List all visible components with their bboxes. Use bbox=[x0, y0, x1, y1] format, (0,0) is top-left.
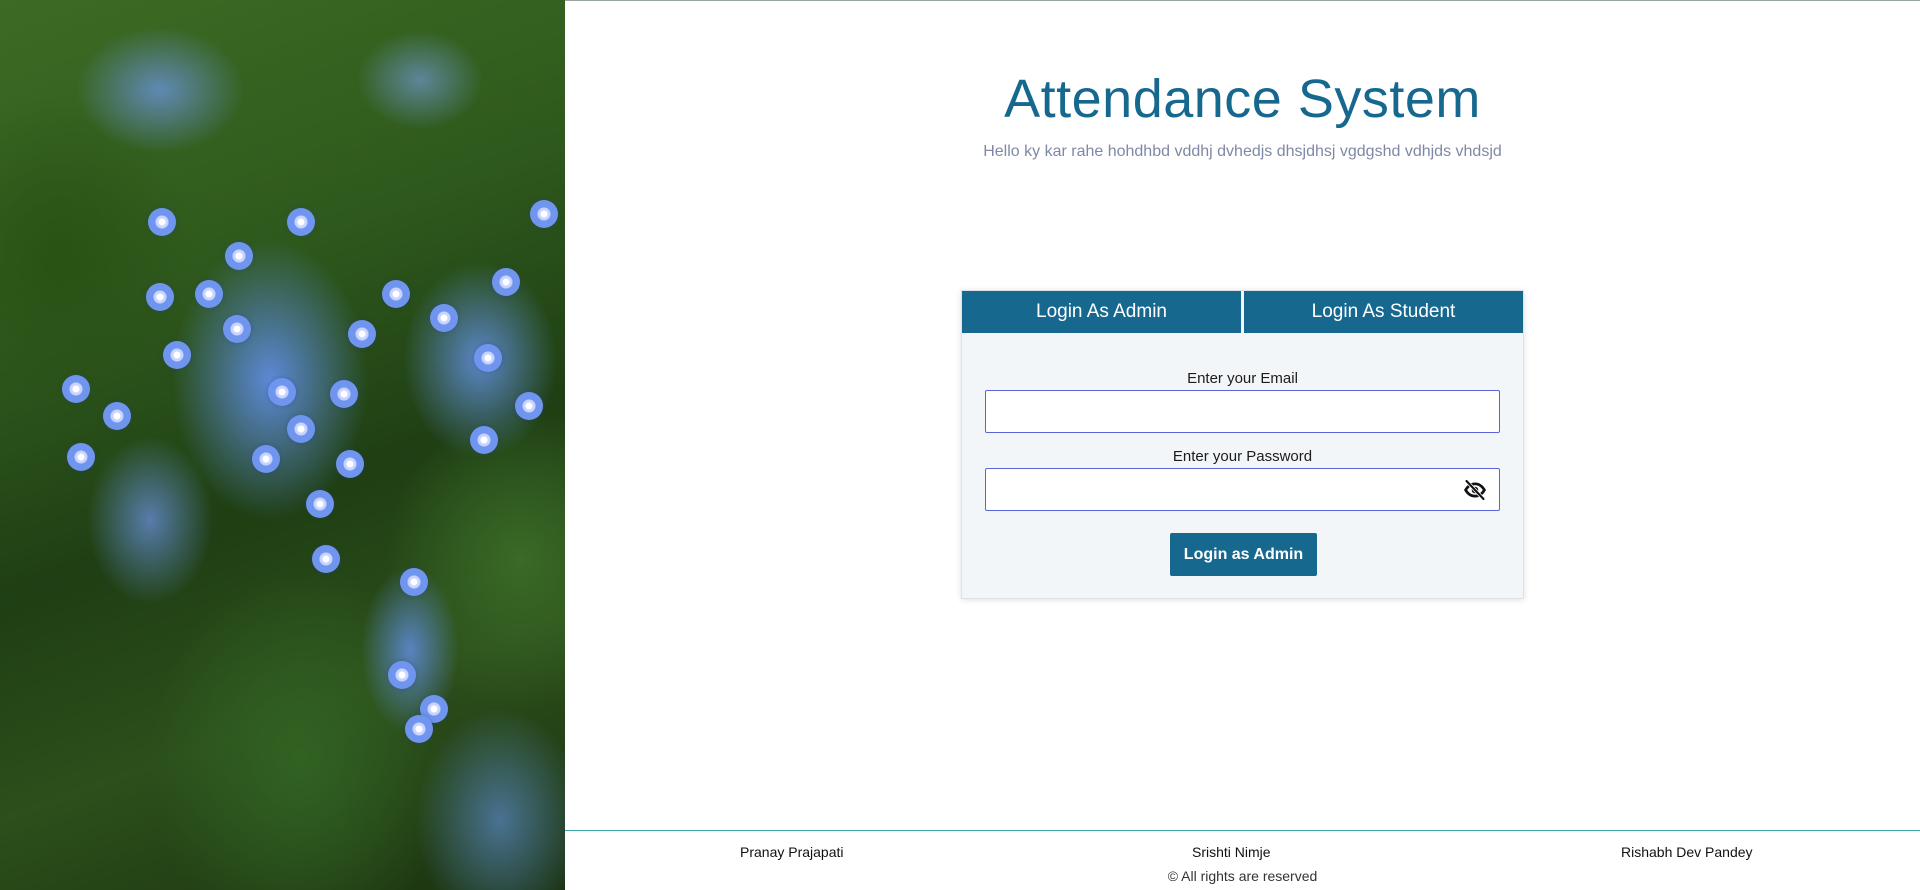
flower-bloom bbox=[62, 375, 90, 403]
flower-bloom bbox=[530, 200, 558, 228]
flower-bloom bbox=[430, 304, 458, 332]
flower-bloom bbox=[223, 315, 251, 343]
eye-off-icon[interactable] bbox=[1461, 476, 1489, 504]
flower-bloom bbox=[195, 280, 223, 308]
flower-bloom bbox=[312, 545, 340, 573]
flower-bloom bbox=[405, 715, 433, 743]
flower-bloom bbox=[382, 280, 410, 308]
flower-bloom bbox=[67, 443, 95, 471]
login-tabs: Login As Admin Login As Student bbox=[962, 291, 1523, 333]
flower-bloom bbox=[268, 378, 296, 406]
password-label: Enter your Password bbox=[1172, 448, 1313, 465]
flower-bloom bbox=[336, 450, 364, 478]
footer-author-3: Rishabh Dev Pandey bbox=[1621, 844, 1753, 860]
flower-bloom bbox=[163, 341, 191, 369]
footer-copyright: © All rights are reserved bbox=[1167, 868, 1318, 884]
flower-bloom bbox=[474, 344, 502, 372]
password-field[interactable] bbox=[985, 468, 1500, 511]
flower-bloom bbox=[400, 568, 428, 596]
flower-bloom bbox=[225, 242, 253, 270]
email-field[interactable] bbox=[985, 390, 1500, 433]
tab-login-as-admin[interactable]: Login As Admin bbox=[962, 291, 1241, 333]
flower-bloom bbox=[306, 490, 334, 518]
flower-bloom bbox=[492, 268, 520, 296]
flower-bloom bbox=[148, 208, 176, 236]
footer-author-2: Srishti Nimje bbox=[1192, 844, 1271, 860]
flower-photo bbox=[0, 0, 565, 890]
flower-bloom bbox=[515, 392, 543, 420]
page-subtitle: Hello ky kar rahe hohdhbd vddhj dvhedjs … bbox=[983, 143, 1502, 160]
flower-bloom bbox=[330, 380, 358, 408]
flower-bloom bbox=[103, 402, 131, 430]
flower-bloom bbox=[287, 208, 315, 236]
flower-bloom bbox=[348, 320, 376, 348]
flower-bloom bbox=[287, 415, 315, 443]
flower-bloom bbox=[470, 426, 498, 454]
page-title: Attendance System bbox=[1004, 69, 1481, 129]
page: Attendance System Hello ky kar rahe hohd… bbox=[0, 0, 1920, 890]
flower-bloom bbox=[388, 661, 416, 689]
flower-bloom bbox=[146, 283, 174, 311]
tab-login-as-student[interactable]: Login As Student bbox=[1244, 291, 1523, 333]
login-card: Login As Admin Login As Student Enter yo… bbox=[961, 290, 1524, 599]
login-as-admin-button[interactable]: Login as Admin bbox=[1170, 533, 1317, 576]
footer-author-1: Pranay Prajapati bbox=[740, 844, 844, 860]
main-panel: Attendance System Hello ky kar rahe hohd… bbox=[565, 0, 1920, 890]
footer: Pranay Prajapati Srishti Nimje Rishabh D… bbox=[565, 830, 1920, 890]
flower-bloom bbox=[252, 445, 280, 473]
email-label: Enter your Email bbox=[1187, 370, 1298, 387]
